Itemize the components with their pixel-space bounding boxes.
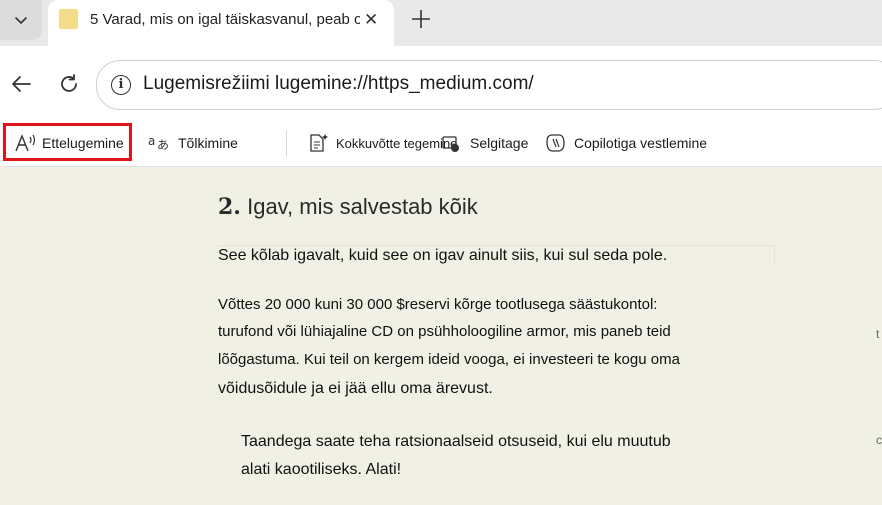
selection-line xyxy=(218,245,774,246)
copilot-chat-label: Copilotiga vestlemine xyxy=(574,135,708,151)
read-aloud-button[interactable]: Ettelugemine xyxy=(14,133,124,153)
paragraph-2-line-1: Võttes 20 000 kuni 30 000 $reservi kõrge… xyxy=(218,296,658,313)
paragraph-1: See kõlab igavalt, kuid see on igav ainu… xyxy=(218,247,668,264)
refresh-button[interactable] xyxy=(54,69,84,99)
copilot-chat-button[interactable]: Copilotiga vestlemine xyxy=(544,133,707,153)
svg-text:a: a xyxy=(148,134,155,148)
close-tab-icon[interactable]: ✕ xyxy=(364,10,378,30)
selection-line-end xyxy=(774,245,775,265)
reader-toolbar: Ettelugemine a あ Tõlkimine Kokkuvõtte te… xyxy=(0,120,882,167)
back-arrow-icon xyxy=(12,76,31,92)
new-tab-button[interactable] xyxy=(406,4,436,34)
paragraph-2-line-4: võidusõidule ja ei jää ellu oma ärevust. xyxy=(218,380,493,397)
read-aloud-label: Ettelugemine xyxy=(42,135,124,151)
explain-label: Selgitage xyxy=(470,135,529,151)
reader-content: 2. Igav, mis salvestab kõik See kõlab ig… xyxy=(0,167,882,505)
active-tab[interactable]: 5 Varad, mis on igal täiskasvanul, peab … xyxy=(48,0,394,46)
translate-button[interactable]: a あ Tõlkimine xyxy=(148,133,238,153)
copilot-icon xyxy=(544,133,568,153)
info-icon[interactable]: i xyxy=(111,75,131,95)
translate-icon: a あ xyxy=(148,133,172,153)
explain-icon xyxy=(440,133,464,153)
edge-mark-1: t xyxy=(876,327,880,341)
read-aloud-icon xyxy=(14,133,38,153)
heading-number: 2. xyxy=(218,194,241,220)
summary-document-icon xyxy=(308,133,332,153)
tab-actions-button[interactable] xyxy=(0,0,42,40)
svg-text:あ: あ xyxy=(157,138,169,152)
paragraph-2-line-3: lõõgastuma. Kui teil on kergem ideid voo… xyxy=(218,351,680,368)
quote-line-2: alati kaootiliseks. Alati! xyxy=(241,461,402,478)
page-favicon-icon xyxy=(59,9,78,29)
chevron-down-icon xyxy=(15,17,27,25)
toolbar-divider xyxy=(286,130,287,156)
tab-title: 5 Varad, mis on igal täiskasvanul, peab … xyxy=(90,11,360,28)
heading-text: Igav, mis salvestab kõik xyxy=(247,194,478,219)
paragraph-2-line-2: turufond või lühiajaline CD on psühholoo… xyxy=(218,323,671,340)
navigation-bar: i Lugemisrežiimi lugemine://https_medium… xyxy=(0,46,882,120)
explain-button[interactable]: Selgitage xyxy=(440,133,528,153)
article-heading: 2. Igav, mis salvestab kõik xyxy=(218,194,478,220)
back-button[interactable] xyxy=(6,69,36,99)
address-bar[interactable]: i Lugemisrežiimi lugemine://https_medium… xyxy=(96,60,882,110)
summarize-button[interactable]: Kokkuvõtte tegemine xyxy=(308,133,457,153)
address-url[interactable]: Lugemisrežiimi lugemine://https_medium.c… xyxy=(143,73,534,95)
plus-icon xyxy=(412,10,430,28)
translate-label: Tõlkimine xyxy=(178,135,238,151)
refresh-icon xyxy=(61,74,77,92)
tab-bar: 5 Varad, mis on igal täiskasvanul, peab … xyxy=(0,0,882,46)
edge-mark-2: c xyxy=(876,433,882,447)
quote-line-1: Taandega saate teha ratsionaalseid otsus… xyxy=(241,433,671,450)
